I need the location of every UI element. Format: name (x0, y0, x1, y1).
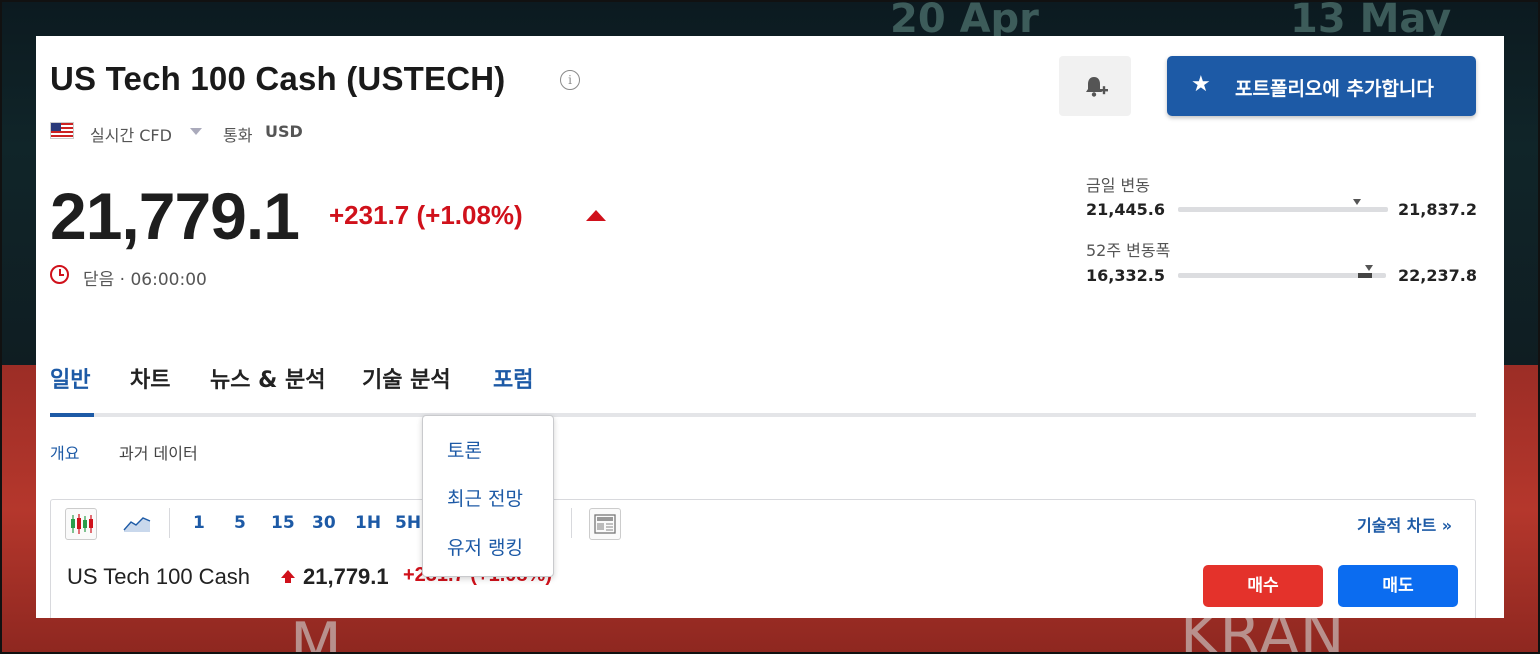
area-chart-icon (123, 517, 151, 532)
week52-range-label: 52주 변동폭 (1086, 241, 1171, 260)
tab-general[interactable]: 일반 (50, 362, 90, 394)
market-status: 닫음 · 06:00:00 (83, 270, 207, 290)
interval-5[interactable]: 5 (234, 513, 246, 533)
toolbar-divider (571, 508, 572, 538)
newspaper-icon (594, 514, 616, 534)
tab-forum[interactable]: 포럼 (493, 362, 533, 394)
chart-toolbar: 1 5 15 30 1H 5H 기술적 차트 » (50, 499, 1476, 547)
news-panel-button[interactable] (589, 508, 621, 540)
market-type-select[interactable]: 실시간 CFD (90, 122, 172, 146)
interval-5h[interactable]: 5H (395, 513, 421, 533)
subtab-historical-data[interactable]: 과거 데이터 (119, 440, 198, 464)
star-icon: ★ (1191, 72, 1211, 97)
interval-15[interactable]: 15 (271, 513, 295, 533)
quote-price: 21,779.1 (303, 564, 389, 589)
day-range-bar (1178, 199, 1388, 212)
add-to-portfolio-label: 포트폴리오에 추가합니다 (1235, 78, 1434, 100)
forum-dropdown-menu: 토론 최근 전망 유저 랭킹 (422, 415, 554, 577)
currency-label: 통화 (223, 126, 253, 145)
chevron-down-icon[interactable] (190, 128, 202, 135)
create-alert-button[interactable] (1059, 56, 1131, 116)
tabs-divider (50, 413, 1476, 417)
info-icon[interactable]: i (560, 70, 580, 90)
interval-1[interactable]: 1 (193, 513, 205, 533)
interval-30[interactable]: 30 (312, 513, 336, 533)
subtab-overview[interactable]: 개요 (50, 440, 79, 464)
page-title: US Tech 100 Cash (USTECH) (50, 60, 506, 97)
currency-value: USD (265, 122, 303, 141)
toolbar-divider (169, 508, 170, 538)
price-change: +231.7 (+1.08%) (329, 200, 523, 230)
tab-news-analysis[interactable]: 뉴스 & 분석 (210, 362, 325, 394)
week52-range-low: 16,332.5 (1086, 266, 1165, 285)
quote-strip: US Tech 100 Cash 21,779.1 +231.7 (+1.08%… (50, 546, 1476, 618)
technical-chart-link[interactable]: 기술적 차트 » (1357, 512, 1452, 536)
tab-chart[interactable]: 차트 (130, 362, 170, 394)
week52-range-fill (1358, 273, 1372, 278)
buy-button[interactable]: 매수 (1203, 565, 1323, 607)
interval-1h[interactable]: 1H (355, 513, 381, 533)
triangle-up-icon (586, 210, 606, 221)
week52-range-marker (1365, 265, 1374, 271)
day-range-low: 21,445.6 (1086, 200, 1165, 219)
us-flag-icon (50, 122, 74, 139)
week52-range-bar (1178, 265, 1386, 278)
day-range-high: 21,837.2 (1398, 200, 1477, 219)
candlestick-icon (71, 514, 93, 534)
last-price: 21,779.1 (50, 179, 300, 253)
clock-icon (50, 265, 69, 284)
menu-item-user-ranking[interactable]: 유저 랭킹 (447, 533, 523, 560)
active-tab-indicator (50, 413, 94, 417)
bell-plus-icon (1086, 77, 1108, 97)
menu-item-discussion[interactable]: 토론 (447, 436, 482, 463)
add-to-portfolio-button[interactable]: ★ 포트폴리오에 추가합니다 (1167, 56, 1476, 116)
week52-range-high: 22,237.8 (1398, 266, 1477, 285)
sell-button[interactable]: 매도 (1338, 565, 1458, 607)
tab-technical-analysis[interactable]: 기술 분석 (362, 362, 451, 394)
menu-item-recent-sentiment[interactable]: 최근 전망 (447, 484, 523, 511)
quote-instrument-name: US Tech 100 Cash (67, 564, 251, 589)
day-range-label: 금일 변동 (1086, 176, 1150, 195)
candlestick-chart-button[interactable] (65, 508, 97, 540)
area-chart-button[interactable] (123, 512, 151, 538)
arrow-up-icon-stem (285, 577, 291, 583)
instrument-card: US Tech 100 Cash (USTECH) i 실시간 CFD 통화 U… (36, 36, 1504, 618)
day-range-marker (1352, 199, 1361, 205)
